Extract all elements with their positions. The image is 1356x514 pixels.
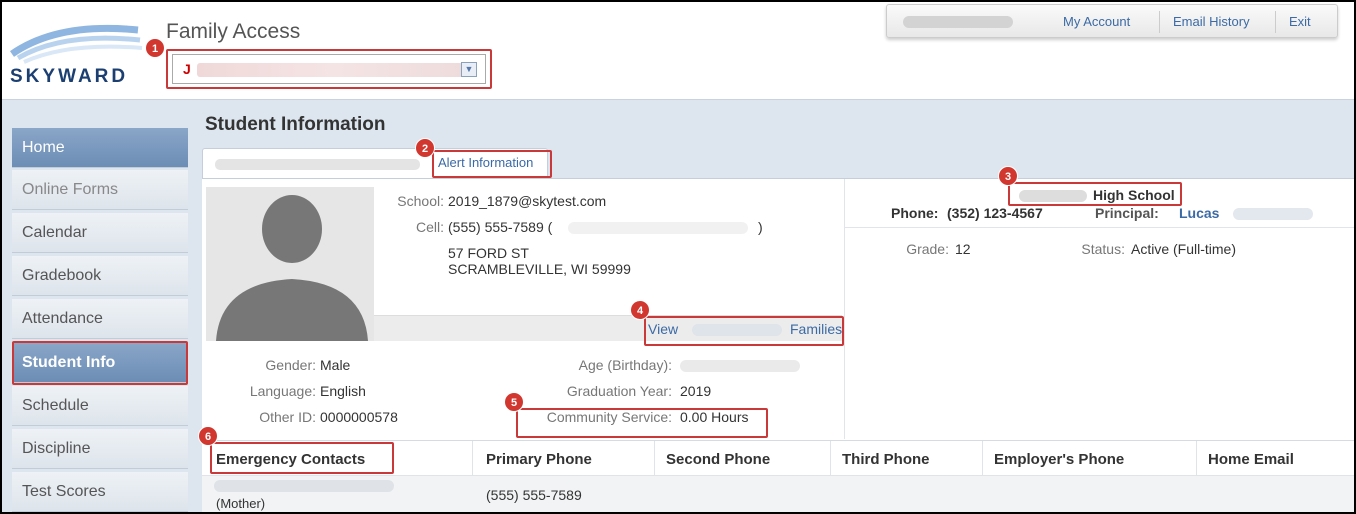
redacted-contact-name xyxy=(214,480,394,492)
graduation-year-value: 2019 xyxy=(680,383,712,399)
top-nav: My Account Email History Exit xyxy=(886,4,1338,38)
redacted-cell-owner xyxy=(568,222,748,234)
school-email: 2019_1879@skytest.com xyxy=(448,193,607,209)
sidebar-item-gradebook[interactable]: Gradebook xyxy=(12,256,188,296)
address-line-1: 57 FORD ST xyxy=(448,245,529,261)
cell-label: Cell: xyxy=(415,219,444,235)
callout-box-5 xyxy=(516,408,768,438)
sidebar-item-online-forms[interactable]: Online Forms xyxy=(12,170,188,210)
sidebar-item-home[interactable]: Home xyxy=(12,128,188,168)
principal-label: Principal: xyxy=(1095,205,1159,221)
app-title: Family Access xyxy=(166,20,301,43)
other-id-label: Other ID: xyxy=(259,409,316,425)
exit-link[interactable]: Exit xyxy=(1289,14,1311,29)
contact-primary-phone: (555) 555-7589 xyxy=(486,487,582,503)
principal-link[interactable]: Lucas xyxy=(1179,205,1219,221)
callout-badge-5: 5 xyxy=(504,392,524,412)
school-info: High School Phone: (352) 123-4567 Princi… xyxy=(844,179,1354,439)
avatar-icon xyxy=(206,187,374,341)
cell-close-paren: ) xyxy=(758,219,763,235)
redacted-student-tab-name xyxy=(215,159,420,170)
other-id-value: 0000000578 xyxy=(320,409,398,425)
language-label: Language: xyxy=(249,383,316,399)
divider xyxy=(845,227,1354,228)
school-label: School: xyxy=(397,193,444,209)
sidebar-item-attendance[interactable]: Attendance xyxy=(12,299,188,339)
graduation-year-label: Graduation Year: xyxy=(566,383,672,399)
sidebar: Home Online Forms Calendar Gradebook Att… xyxy=(2,100,190,512)
redacted-principal-surname xyxy=(1233,208,1313,220)
cell-phone: (555) 555-7589 ( xyxy=(448,219,553,235)
sidebar-item-schedule[interactable]: Schedule xyxy=(12,386,188,426)
contact-relation: (Mother) xyxy=(216,496,266,511)
callout-box-6 xyxy=(210,442,394,474)
grade-label: Grade: xyxy=(906,241,949,257)
callout-box-4 xyxy=(644,316,844,346)
callout-badge-6: 6 xyxy=(198,426,218,446)
redacted-user-name xyxy=(903,16,1013,28)
sidebar-item-test-scores[interactable]: Test Scores xyxy=(12,472,188,512)
status-value: Active (Full-time) xyxy=(1131,241,1237,257)
col-header-home-email: Home Email xyxy=(1208,451,1294,468)
status-label: Status: xyxy=(1081,241,1125,257)
callout-badge-3: 3 xyxy=(998,166,1018,186)
student-photo xyxy=(206,187,374,341)
email-history-link[interactable]: Email History xyxy=(1173,14,1250,29)
age-label: Age (Birthday): xyxy=(578,357,672,373)
redacted-birthday xyxy=(680,360,800,372)
gender-value: Male xyxy=(320,357,351,373)
main-content: Student Information Alert Information 2 … xyxy=(190,100,1354,512)
col-header-employer-phone: Employer's Phone xyxy=(994,451,1125,468)
col-header-third-phone: Third Phone xyxy=(842,451,930,468)
col-header-second-phone: Second Phone xyxy=(666,451,771,468)
header: SKYWARD Family Access J ▼ 1 My Account E… xyxy=(2,2,1354,100)
callout-box-1 xyxy=(166,49,492,89)
callout-box-2 xyxy=(432,150,552,178)
phone-label: Phone: xyxy=(891,205,939,221)
callout-box-student-info xyxy=(12,341,188,385)
language-value: English xyxy=(320,383,366,399)
callout-badge-2: 2 xyxy=(415,138,435,158)
gender-label: Gender: xyxy=(265,357,316,373)
school-phone: (352) 123-4567 xyxy=(947,205,1043,221)
page-title: Student Information xyxy=(205,114,386,135)
sidebar-item-calendar[interactable]: Calendar xyxy=(12,213,188,253)
table-row[interactable]: (Mother) (555) 555-7589 xyxy=(202,475,1354,512)
my-account-link[interactable]: My Account xyxy=(1063,14,1130,29)
callout-badge-4: 4 xyxy=(630,300,650,320)
logo-text: SKYWARD xyxy=(10,66,128,86)
sidebar-item-discipline[interactable]: Discipline xyxy=(12,429,188,469)
grade-value: 12 xyxy=(955,241,971,257)
app-window: SKYWARD Family Access J ▼ 1 My Account E… xyxy=(2,2,1354,512)
callout-box-3 xyxy=(1008,182,1182,206)
nav-divider xyxy=(1275,11,1276,33)
col-header-primary-phone: Primary Phone xyxy=(486,451,592,468)
nav-divider xyxy=(1159,11,1160,33)
skyward-logo: SKYWARD xyxy=(8,16,158,87)
address-line-2: SCRAMBLEVILLE, WI 59999 xyxy=(448,261,631,277)
callout-badge-1: 1 xyxy=(145,38,165,58)
